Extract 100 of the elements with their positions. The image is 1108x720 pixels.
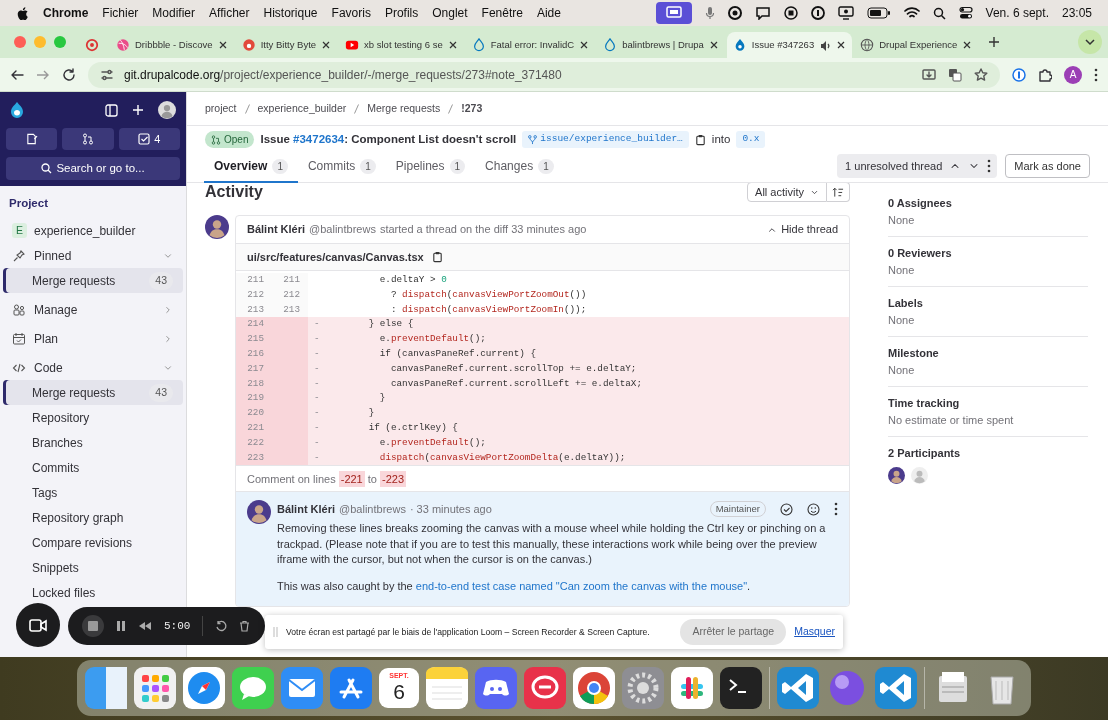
search-icon[interactable]: [932, 6, 946, 20]
stop-icon[interactable]: [783, 6, 798, 20]
branch-badge[interactable]: issue/experience_builder…: [522, 131, 689, 148]
kebab-menu-icon[interactable]: [1094, 67, 1098, 82]
nav-item[interactable]: Branches: [3, 430, 183, 456]
nav-item[interactable]: Compare revisions: [3, 530, 183, 556]
install-app-icon[interactable]: [922, 67, 936, 82]
close-icon[interactable]: [962, 40, 973, 50]
todo-button[interactable]: 4: [118, 128, 180, 150]
rewind-icon[interactable]: [138, 621, 152, 631]
speaker-icon[interactable]: [819, 39, 832, 51]
nav-group[interactable]: Manage: [3, 297, 183, 323]
breadcrumb-link[interactable]: project: [205, 100, 237, 117]
plus-icon[interactable]: [988, 36, 1001, 48]
browser-tab[interactable]: Itty Bitty Byte: [235, 32, 338, 58]
copy-icon[interactable]: [694, 133, 706, 146]
author-name[interactable]: Bálint Kléri: [247, 221, 306, 238]
terminal-icon[interactable]: [720, 667, 762, 709]
sort-button[interactable]: [827, 183, 850, 202]
pause-icon[interactable]: [116, 620, 126, 632]
author-name[interactable]: Bálint Kléri: [277, 501, 336, 518]
user-avatar-icon[interactable]: [158, 101, 176, 119]
target-branch-badge[interactable]: 0.x: [736, 131, 766, 148]
code-editor-icon[interactable]: [875, 667, 917, 709]
site-settings-icon[interactable]: [100, 67, 114, 82]
restart-icon[interactable]: [215, 620, 228, 632]
app-name[interactable]: Chrome: [43, 4, 89, 22]
close-icon[interactable]: [708, 40, 719, 50]
close-icon[interactable]: [321, 40, 332, 50]
hide-link[interactable]: Masquer: [794, 624, 835, 640]
breadcrumb-link[interactable]: !273: [461, 100, 483, 117]
address-field[interactable]: git.drupalcode.org/project/experience_builder/-/merge_requests/273#note_371480: [88, 61, 1000, 88]
sidebar-toggle-icon[interactable]: [105, 103, 118, 117]
profile-avatar[interactable]: A: [1064, 65, 1082, 84]
breadcrumb-link[interactable]: Merge requests: [367, 100, 441, 117]
record-icon[interactable]: [727, 6, 742, 20]
nav-item[interactable]: Snippets: [3, 555, 183, 581]
file-path[interactable]: ui/src/features/canvas/Canvas.tsx: [247, 248, 424, 266]
menu-item[interactable]: Fichier: [102, 4, 139, 22]
nav-group[interactable]: Pinned: [3, 243, 183, 269]
breadcrumb-link[interactable]: experience_builder: [257, 100, 347, 117]
browser-icon[interactable]: [573, 667, 615, 709]
browser-tab[interactable]: Drupal Experience: [854, 32, 979, 58]
menu-item[interactable]: Fenêtre: [481, 4, 523, 22]
tab[interactable]: Changes 1: [475, 149, 564, 183]
menu-item[interactable]: Modifier: [152, 4, 196, 22]
info-icon[interactable]: [810, 6, 825, 20]
kebab-menu-icon[interactable]: [987, 159, 992, 173]
drop-logo-icon[interactable]: [10, 101, 24, 119]
close-icon[interactable]: [447, 40, 458, 50]
kebab-menu-icon[interactable]: [834, 502, 838, 517]
nav-item[interactable]: Repository: [3, 405, 183, 431]
browser-tab[interactable]: Issue #347263: [726, 32, 853, 58]
emoji-icon[interactable]: [807, 502, 820, 516]
mark-as-done-button[interactable]: Mark as done: [1005, 153, 1090, 179]
stop-recording-icon[interactable]: [82, 615, 104, 637]
menu-item[interactable]: Onglet: [432, 4, 468, 22]
battery-icon[interactable]: [866, 7, 891, 19]
star-icon[interactable]: [974, 67, 988, 82]
menu-item[interactable]: Favoris: [331, 4, 371, 22]
resolve-icon[interactable]: [780, 502, 793, 516]
reload-icon[interactable]: [62, 67, 76, 82]
browser-tab[interactable]: Fatal error: InvalidC: [465, 32, 596, 58]
search-button[interactable]: Search or go to...: [6, 157, 180, 180]
nav-group[interactable]: Plan: [3, 326, 183, 352]
chat-icon[interactable]: [754, 6, 771, 20]
control-center-icon[interactable]: [958, 6, 973, 20]
repository-nav-item[interactable]: E experience_builder: [3, 218, 183, 244]
wifi-icon[interactable]: [903, 7, 920, 19]
screen-share-icon[interactable]: [655, 2, 692, 24]
nav-item[interactable]: Merge requests 43: [3, 380, 183, 406]
chat-bubble-icon[interactable]: [232, 667, 274, 709]
drag-handle-icon[interactable]: [273, 627, 278, 637]
author-handle[interactable]: @balintbrews: [309, 221, 376, 238]
app-grid-icon[interactable]: [134, 667, 176, 709]
menu-item[interactable]: Aide: [536, 4, 561, 22]
tab[interactable]: Pipelines 1: [385, 149, 476, 183]
nav-item[interactable]: Repository graph: [3, 505, 183, 531]
copy-icon[interactable]: [431, 251, 443, 263]
trash-icon[interactable]: [239, 620, 251, 632]
display-icon[interactable]: [837, 6, 854, 20]
game-controller-icon[interactable]: [475, 667, 517, 709]
envelope-icon[interactable]: [281, 667, 323, 709]
menu-item[interactable]: Historique: [263, 4, 318, 22]
nav-group[interactable]: Code: [3, 355, 183, 381]
browser-tab[interactable]: Dribbble - Discove: [110, 32, 234, 58]
puzzle-icon[interactable]: [1038, 67, 1052, 82]
activity-filter-dropdown[interactable]: All activity: [747, 183, 827, 202]
close-icon[interactable]: [217, 40, 228, 50]
close-icon[interactable]: [836, 40, 847, 50]
issues-button[interactable]: [6, 128, 58, 150]
notepad-icon[interactable]: [426, 667, 468, 709]
compass-icon[interactable]: [183, 667, 225, 709]
nav-item[interactable]: Locked files: [3, 580, 183, 606]
participant-avatar[interactable]: [888, 466, 905, 484]
test-case-link[interactable]: end-to-end test case named "Can zoom the canvas with the mouse": [415, 579, 748, 592]
merge-requests-button[interactable]: [62, 128, 114, 150]
microphone-icon[interactable]: [704, 6, 715, 20]
browser-tab[interactable]: balintbrews | Drupa: [597, 32, 725, 58]
tab[interactable]: Overview 1: [204, 149, 298, 183]
